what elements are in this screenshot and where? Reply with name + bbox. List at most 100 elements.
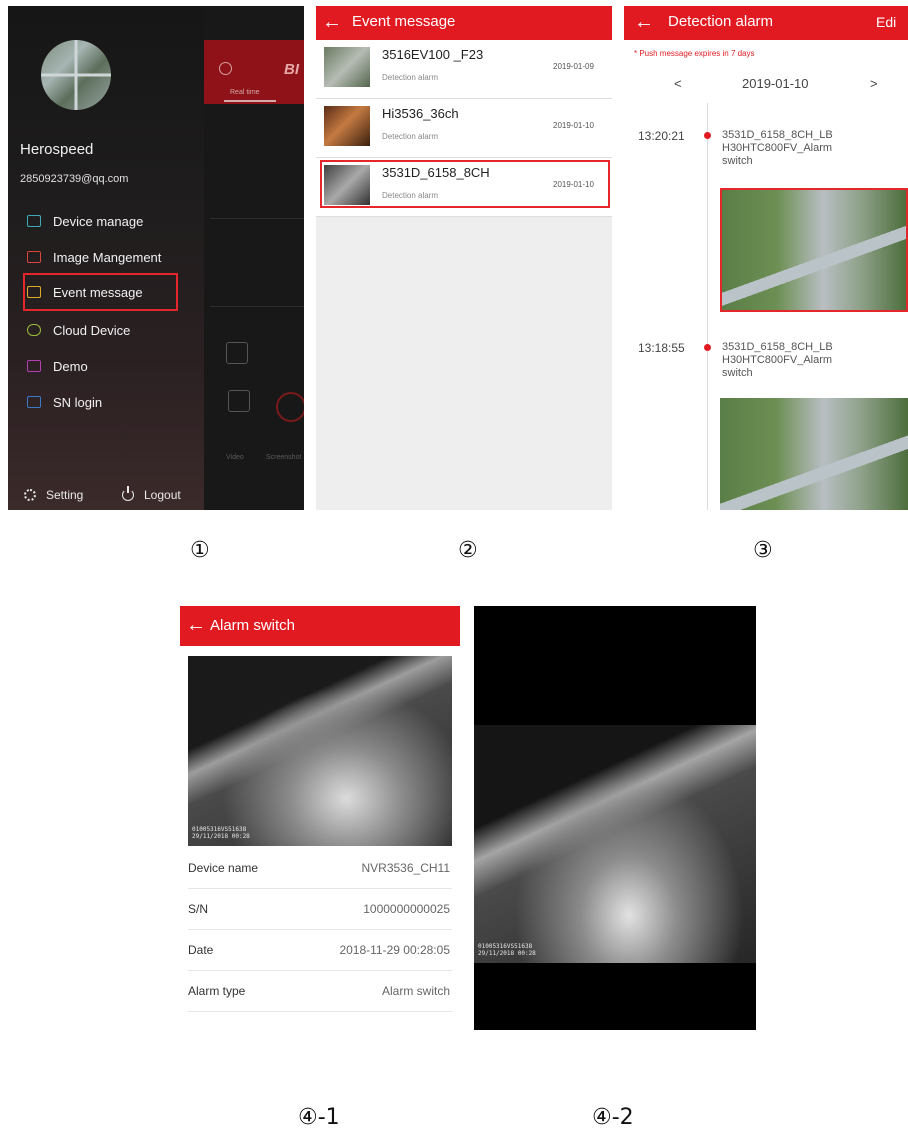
- menu-item-device-manage[interactable]: Device manage: [20, 207, 190, 235]
- alarm-name-line: H30HTC800FV_Alarm: [722, 142, 833, 154]
- event-device-name: 3516EV100 _F23: [382, 47, 484, 62]
- cloud-icon: [27, 324, 41, 336]
- header-bar: ← Event message: [316, 6, 612, 40]
- menu-item-cloud-device[interactable]: Cloud Device: [20, 316, 190, 344]
- tab-underline: [224, 100, 276, 102]
- caption-step-1: ①: [190, 538, 210, 563]
- info-row-device-name: Device name NVR3536_CH11: [188, 848, 452, 889]
- event-device-name: Hi3536_36ch: [382, 106, 459, 121]
- alarm-time: 13:18:55: [638, 341, 685, 355]
- info-value: Alarm switch: [381, 984, 450, 998]
- caption-step-2: ②: [458, 538, 478, 563]
- info-row-sn: S/N 1000000000025: [188, 889, 452, 930]
- divider: [210, 218, 304, 219]
- menu-item-sn-login[interactable]: SN login: [20, 388, 190, 416]
- next-date-button[interactable]: >: [870, 76, 878, 91]
- event-thumbnail: [324, 47, 370, 87]
- header-bar: ← Alarm switch: [180, 606, 460, 646]
- event-date: 2019-01-09: [553, 62, 594, 71]
- camera-icon: [27, 215, 41, 227]
- side-drawer-screen: BI Real time Video Screenshot Herospeed …: [8, 6, 304, 510]
- alarm-time: 13:20:21: [638, 129, 685, 143]
- header-bar: ← Detection alarm Edi: [624, 6, 908, 40]
- brand-logo: BI: [284, 61, 299, 78]
- event-list-item[interactable]: 3516EV100 _F23 Detection alarm 2019-01-0…: [316, 40, 612, 99]
- back-arrow-icon[interactable]: ←: [322, 11, 342, 33]
- timeline-dot: [704, 344, 711, 351]
- selection-highlight: [23, 273, 178, 311]
- alarm-snapshot[interactable]: [720, 398, 908, 510]
- back-arrow-icon[interactable]: ←: [634, 11, 654, 33]
- info-row-date: Date 2018-11-29 00:28:05: [188, 930, 452, 971]
- user-icon: [219, 62, 232, 75]
- tab-real-time: Real time: [230, 89, 260, 96]
- stamp-line: 29/11/2018 00:28: [192, 833, 250, 840]
- image-icon: [27, 251, 41, 263]
- event-list-item[interactable]: Hi3536_36ch Detection alarm 2019-01-10: [316, 99, 612, 158]
- logout-label: Logout: [144, 488, 181, 502]
- menu-label: Demo: [53, 358, 88, 374]
- user-name: Herospeed: [20, 141, 94, 158]
- detection-alarm-screen: ← Detection alarm Edi * Push message exp…: [624, 6, 908, 510]
- edit-button[interactable]: Edi: [876, 14, 896, 30]
- caption-step-4-2: ④-2: [592, 1105, 634, 1130]
- alarm-name[interactable]: 3531D_6158_8CH_LB H30HTC800FV_Alarm swit…: [722, 129, 872, 168]
- alarm-name-line: switch: [722, 155, 753, 167]
- alarm-name-line: switch: [722, 367, 753, 379]
- timeline-dot: [704, 132, 711, 139]
- avatar[interactable]: [41, 40, 111, 110]
- alarm-switch-screen: ← Alarm switch 01005316VS51638 29/11/201…: [180, 606, 460, 1030]
- page-title: Alarm switch: [210, 617, 296, 634]
- setting-label: Setting: [46, 488, 84, 502]
- logout-button[interactable]: Logout: [122, 486, 181, 502]
- info-key: S/N: [188, 902, 209, 916]
- alarm-name-line: H30HTC800FV_Alarm: [722, 354, 833, 366]
- divider: [210, 306, 304, 307]
- page-title: Event message: [352, 13, 456, 30]
- fullscreen-image[interactable]: 01005316VS51638 29/11/2018 00:28: [474, 725, 756, 963]
- gear-icon: [24, 489, 36, 501]
- alarm-name-line: 3531D_6158_8CH_LB: [722, 129, 833, 141]
- grid-icon: [226, 342, 248, 364]
- current-date: 2019-01-10: [742, 76, 809, 91]
- image-timestamp: 01005316VS51638 29/11/2018 00:28: [192, 826, 250, 840]
- menu-label: SN login: [53, 394, 103, 410]
- info-value: 2018-11-29 00:28:05: [339, 943, 450, 957]
- prev-date-button[interactable]: <: [674, 76, 682, 91]
- info-value: NVR3536_CH11: [361, 861, 451, 875]
- user-email: 2850923739@qq.com: [20, 173, 129, 185]
- video-label: Video: [226, 454, 244, 461]
- event-thumbnail: [324, 106, 370, 146]
- alarm-image[interactable]: 01005316VS51638 29/11/2018 00:28: [188, 656, 452, 846]
- event-message-screen: ← Event message 3516EV100 _F23 Detection…: [316, 6, 612, 510]
- menu-label: Device manage: [53, 213, 144, 229]
- timeline-line: [707, 103, 708, 510]
- stamp-line: 01005316VS51638: [192, 826, 247, 833]
- setting-button[interactable]: Setting: [24, 488, 83, 502]
- info-key: Alarm type: [188, 984, 246, 998]
- caption-step-4-1: ④-1: [298, 1105, 340, 1130]
- caption-step-3: ③: [753, 538, 773, 563]
- screenshot-label: Screenshot: [266, 454, 302, 461]
- info-key: Device name: [188, 861, 259, 875]
- menu-item-demo[interactable]: Demo: [20, 352, 190, 380]
- info-key: Date: [188, 943, 214, 957]
- stamp-line: 29/11/2018 00:28: [478, 950, 536, 957]
- menu-label: Image Mangement: [53, 249, 162, 265]
- info-icon: [228, 390, 250, 412]
- image-timestamp: 01005316VS51638 29/11/2018 00:28: [478, 943, 536, 957]
- event-type: Detection alarm: [382, 73, 439, 82]
- alarm-name[interactable]: 3531D_6158_8CH_LB H30HTC800FV_Alarm swit…: [722, 341, 872, 380]
- info-value: 1000000000025: [363, 902, 450, 916]
- alarm-name-line: 3531D_6158_8CH_LB: [722, 341, 833, 353]
- stamp-line: 01005316VS51638: [478, 943, 533, 950]
- event-type: Detection alarm: [382, 132, 439, 141]
- back-arrow-icon[interactable]: ←: [186, 614, 206, 636]
- alarm-snapshot[interactable]: [720, 188, 908, 312]
- record-icon: [276, 392, 304, 422]
- event-date: 2019-01-10: [553, 121, 594, 130]
- menu-item-image-management[interactable]: Image Mangement: [20, 243, 190, 271]
- expiry-notice: * Push message expires in 7 days: [634, 49, 755, 58]
- fullscreen-image-screen: 01005316VS51638 29/11/2018 00:28: [474, 606, 756, 1030]
- page-title: Detection alarm: [668, 13, 774, 30]
